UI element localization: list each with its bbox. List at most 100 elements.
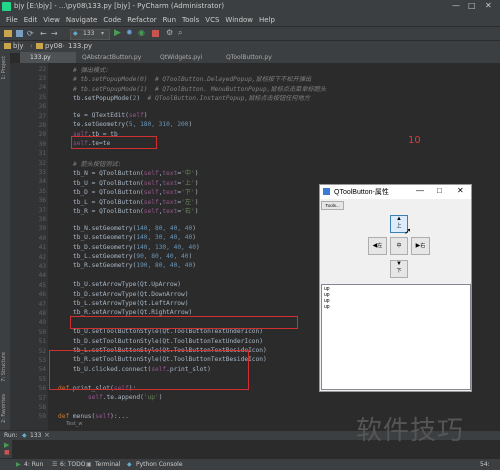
qt-tool-button-window: QToolButton-属性 — □ ✕ Tools... ▲ 上 ➚ ◀左 中… — [319, 184, 472, 392]
code-token: self — [128, 112, 144, 119]
open-folder-icon[interactable] — [4, 30, 12, 37]
sync-icon[interactable]: ⟳ — [27, 29, 34, 38]
line-number: 47 — [38, 300, 46, 308]
breadcrumb-separator-icon: › — [30, 42, 33, 50]
code-token: ) — [194, 208, 199, 215]
minimize-icon[interactable]: — — [416, 186, 424, 195]
code-token: ) — [188, 253, 193, 260]
project-panel-tab[interactable]: 1: Project — [1, 56, 7, 80]
tab-label: QAbstractButton.py — [82, 54, 142, 61]
tab-qtoolbutton-py[interactable]: QToolButton.py — [216, 52, 290, 63]
stop-icon[interactable]: ■ — [4, 449, 10, 456]
code-token: 'up' — [143, 394, 159, 401]
code-token: text — [162, 170, 178, 178]
code-line: te = QTextEdit(self) — [73, 112, 148, 119]
line-number: 34 — [38, 178, 46, 186]
code-token: self — [143, 208, 159, 215]
code-line: tb_R = QToolButton(self,text='右') — [73, 206, 198, 215]
line-number: 37 — [38, 206, 46, 214]
menu-view[interactable]: View — [43, 14, 60, 26]
minimize-icon[interactable]: — — [452, 1, 460, 10]
menu-help[interactable]: Help — [259, 14, 275, 26]
line-number: 43 — [38, 262, 46, 270]
tab-label: QtWidgets.pyi — [160, 54, 203, 61]
tools-button[interactable]: Tools... — [321, 201, 344, 210]
code-line: tb_R.setGeometry(190, 80, 40, 40) — [73, 262, 196, 269]
line-number: 41 — [38, 244, 46, 252]
tools-label: Tools... — [325, 203, 340, 208]
settings-icon[interactable]: ⚙ — [166, 28, 173, 37]
line-number: 52 — [38, 347, 46, 355]
breadcrumb-folder[interactable]: py08 — [45, 42, 63, 50]
search-icon[interactable]: ⌕ — [178, 28, 182, 38]
menu-vcs[interactable]: VCS — [205, 14, 219, 26]
breadcrumb-file[interactable]: 133.py — [68, 42, 92, 50]
footer-hint: Test_w — [66, 421, 83, 427]
menu-edit[interactable]: Edit — [24, 14, 38, 26]
debug-icon[interactable]: ✹ — [126, 28, 133, 37]
code-token: ) — [143, 112, 148, 119]
code-token: self — [87, 394, 103, 401]
maximize-icon[interactable]: □ — [468, 1, 476, 10]
window-title: bjy [E:\bjy] - ...\py08\133.py [bjy] - P… — [14, 2, 225, 10]
menu-navigate[interactable]: Navigate — [66, 14, 97, 26]
code-token: tb_U.setGeometry( — [73, 234, 137, 242]
down-label: 下 — [396, 268, 402, 274]
bottom-tab-run[interactable]: 4: Run — [24, 461, 43, 468]
code-token: '右' — [181, 208, 195, 215]
run-icon[interactable]: ▶ — [114, 28, 121, 38]
tab-133-py[interactable]: 133.py — [20, 52, 76, 63]
bottom-tab-terminal[interactable]: Terminal — [95, 461, 120, 468]
favorites-panel-tab[interactable]: 2: Favorites — [1, 394, 7, 423]
line-number: 48 — [38, 309, 46, 317]
code-token: ) — [188, 121, 193, 129]
code-token: menus( — [72, 412, 96, 420]
line-number: 51 — [38, 338, 46, 346]
todo-icon: ☰ — [52, 461, 58, 468]
qt-window-title: QToolButton-属性 — [334, 189, 389, 196]
back-icon[interactable]: ← — [40, 29, 47, 38]
editor-tabs: 133.py QAbstractButton.py QtWidgets.pyi … — [20, 52, 500, 63]
menu-window[interactable]: Window — [225, 14, 253, 26]
menu-refactor[interactable]: Refactor — [127, 14, 156, 26]
code-token: ) — [192, 262, 196, 270]
run-config-tab[interactable]: 133 — [30, 432, 41, 439]
right-arrow-button[interactable]: ▶右 — [411, 237, 430, 255]
menu-file[interactable]: File — [6, 14, 18, 26]
center-button[interactable]: 中 — [390, 237, 408, 255]
left-arrow-button[interactable]: ◀左 — [368, 237, 387, 255]
close-icon[interactable]: × — [44, 431, 50, 439]
code-line: # tb.setPopupMode(1) # QToolButton. Menu… — [73, 84, 326, 93]
code-token: ) — [194, 170, 199, 178]
tab-qabstractbutton-py[interactable]: QAbstractButton.py — [72, 52, 154, 63]
code-token: text — [162, 198, 178, 206]
close-icon[interactable]: ✕ — [457, 186, 464, 195]
run-config-select[interactable]: ◆ 133 ▾ — [70, 29, 110, 40]
close-icon[interactable]: ✕ — [485, 1, 492, 10]
line-number: 32 — [38, 159, 46, 167]
structure-panel-tab[interactable]: 7: Structure — [1, 352, 7, 382]
save-icon[interactable] — [16, 30, 23, 37]
code-token: tb_L = QToolButton( — [73, 198, 144, 206]
tab-qtwidgets-pyi[interactable]: QtWidgets.pyi — [150, 52, 220, 63]
qt-text-edit[interactable]: up up up up — [321, 284, 471, 390]
rerun-icon[interactable]: ▶ — [4, 441, 9, 449]
code-line: # 弹出模式: — [73, 65, 109, 74]
coverage-icon[interactable]: ◉ — [138, 28, 145, 37]
down-arrow-button[interactable]: ▼ 下 — [390, 260, 408, 278]
code-token: ) — [195, 243, 200, 251]
stop-icon[interactable] — [152, 30, 159, 37]
bottom-tab-todo[interactable]: 6: TODO — [60, 461, 85, 468]
menu-tools[interactable]: Tools — [182, 14, 199, 26]
code-token: ) — [194, 189, 199, 197]
code-token: self — [143, 179, 159, 187]
line-number: 29 — [38, 131, 46, 139]
breadcrumb-project[interactable]: bjy — [13, 42, 24, 50]
menu-code[interactable]: Code — [103, 14, 121, 26]
line-number-gutter: 22 23 24 25 26 27 28 29 30 31 32 33 34 35 36 37 38 39 40 41… — [10, 63, 48, 430]
bottom-tab-python-console[interactable]: Python Console — [136, 461, 183, 468]
menu-run[interactable]: Run — [163, 14, 176, 26]
code-line: # 箭头按钮测试: — [73, 159, 121, 168]
forward-icon[interactable]: → — [51, 29, 58, 38]
maximize-icon[interactable]: □ — [437, 186, 442, 195]
